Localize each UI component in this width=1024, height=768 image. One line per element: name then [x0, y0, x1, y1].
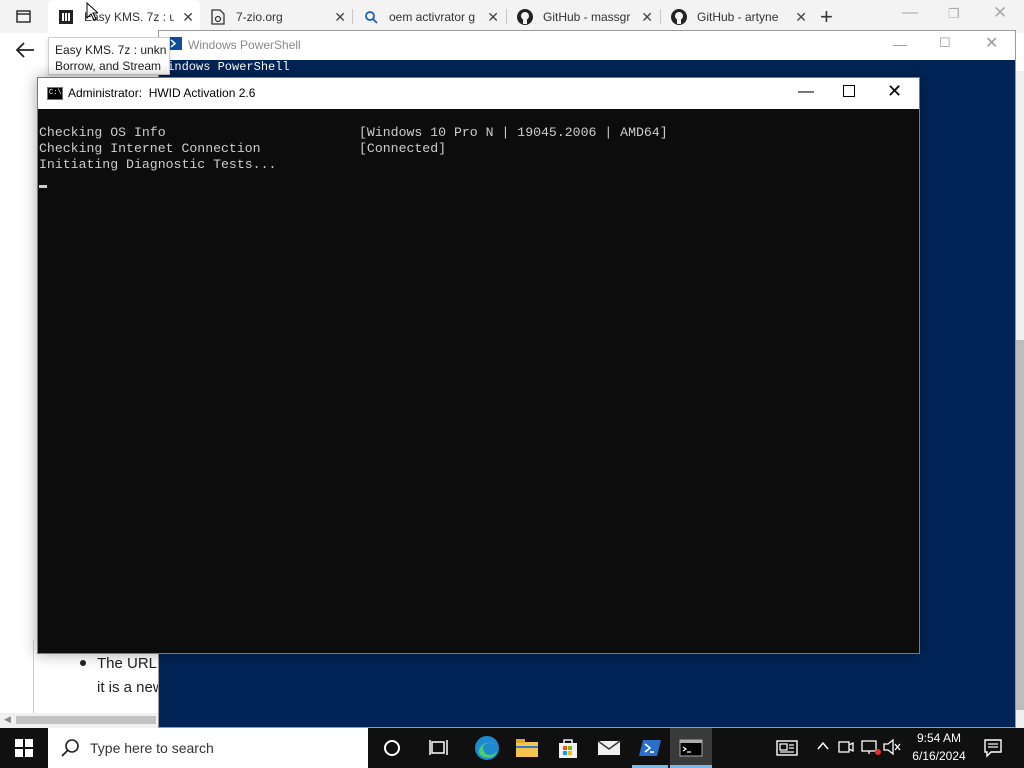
browser-minimize-button[interactable]: — — [902, 4, 918, 22]
close-icon[interactable]: ✕ — [182, 9, 194, 26]
github-icon — [671, 8, 687, 25]
cmd-minimize-button[interactable]: — — [798, 83, 814, 101]
cmd-close-button[interactable]: ✕ — [887, 81, 902, 102]
powershell-maximize-button[interactable]: ☐ — [939, 35, 951, 51]
notification-icon[interactable] — [983, 738, 1003, 761]
horizontal-scroll-thumb[interactable] — [16, 716, 156, 724]
tab-oem-search[interactable]: oem activrator g ✕ — [353, 0, 505, 33]
file-explorer-icon[interactable] — [507, 728, 547, 768]
mail-icon[interactable] — [589, 728, 629, 768]
vertical-scroll-thumb[interactable] — [1016, 340, 1024, 710]
cmd-taskbar-icon[interactable] — [670, 728, 712, 768]
cmd-window-title: Administrator: HWID Activation 2.6 — [68, 86, 256, 100]
search-placeholder: Type here to search — [90, 740, 214, 756]
page-text: it is a new — [97, 679, 164, 696]
library-icon — [58, 9, 74, 25]
close-icon[interactable]: ✕ — [487, 9, 499, 26]
page-text: The URL — [97, 655, 158, 672]
edge-icon[interactable] — [467, 728, 507, 768]
console-line-label: Checking Internet Connection — [39, 141, 261, 156]
tab-easy-kms[interactable]: Easy KMS. 7z : u ✕ — [48, 0, 200, 33]
cortana-icon[interactable] — [372, 728, 412, 768]
powershell-close-button[interactable]: ✕ — [985, 33, 998, 53]
tab-label: GitHub - massgr — [543, 9, 631, 24]
github-icon — [517, 8, 533, 25]
tab-label: GitHub - artyne — [697, 9, 779, 24]
powershell-icon — [168, 37, 182, 50]
clock-time[interactable]: 9:54 AM — [905, 731, 973, 745]
console-line-label: Checking OS Info — [39, 125, 166, 140]
volume-muted-icon[interactable] — [883, 738, 901, 758]
powershell-title: Windows PowerShell — [188, 38, 301, 52]
news-icon[interactable] — [776, 739, 798, 760]
close-icon[interactable]: ✕ — [795, 9, 807, 26]
browser-close-button[interactable]: ✕ — [993, 3, 1007, 23]
cmd-maximize-button[interactable] — [843, 85, 855, 97]
microsoft-store-icon[interactable] — [548, 728, 588, 768]
new-tab-button[interactable]: + — [820, 4, 833, 30]
tab-github-massgr[interactable]: GitHub - massgr ✕ — [507, 0, 659, 33]
tab-actions-icon[interactable] — [14, 8, 34, 25]
console-line-value: [Connected] — [359, 141, 447, 156]
search-icon — [363, 9, 379, 25]
tab-github-artyne[interactable]: GitHub - artyne ✕ — [661, 0, 813, 33]
meet-now-icon[interactable] — [838, 739, 854, 758]
powershell-output-line: Windows PowerShell — [160, 60, 290, 74]
back-arrow-icon[interactable] — [14, 40, 40, 62]
powershell-taskbar-icon[interactable] — [630, 728, 670, 768]
tooltip-line: Easy KMS. 7z : unkn — [55, 43, 167, 57]
powershell-minimize-button[interactable]: — — [893, 36, 907, 52]
console-cursor — [39, 185, 47, 188]
tab-7-zio[interactable]: 7-zio.org ✕ — [200, 0, 352, 33]
browser-restore-button[interactable]: ❐ — [948, 6, 960, 22]
console-line-value: [Windows 10 Pro N | 19045.2006 | AMD64] — [359, 125, 668, 140]
start-button[interactable] — [0, 728, 48, 768]
tab-label: oem activrator g — [389, 9, 476, 24]
close-icon[interactable]: ✕ — [334, 9, 346, 26]
mouse-pointer-icon — [86, 1, 100, 26]
list-bullet — [80, 660, 86, 666]
page-icon — [210, 8, 226, 25]
tab-hover-tooltip: Easy KMS. 7z : unkn Borrow, and Stream — [48, 37, 170, 75]
close-icon[interactable]: ✕ — [641, 9, 653, 26]
clock-date[interactable]: 6/16/2024 — [905, 749, 973, 763]
console-line-label: Initiating Diagnostic Tests... — [39, 157, 277, 172]
page-divider — [33, 640, 34, 715]
console-icon: C:\ — [47, 87, 63, 100]
tab-label: 7-zio.org — [236, 9, 283, 24]
tooltip-line: Borrow, and Stream — [55, 59, 162, 73]
scroll-left-arrow-icon[interactable]: ◀ — [4, 714, 11, 725]
search-icon — [60, 737, 82, 759]
taskbar-search-box[interactable]: Type here to search — [48, 728, 368, 768]
task-view-icon[interactable] — [419, 728, 459, 768]
windows-logo-icon — [15, 739, 33, 757]
network-icon[interactable] — [861, 739, 881, 758]
chevron-up-icon[interactable] — [816, 739, 830, 756]
